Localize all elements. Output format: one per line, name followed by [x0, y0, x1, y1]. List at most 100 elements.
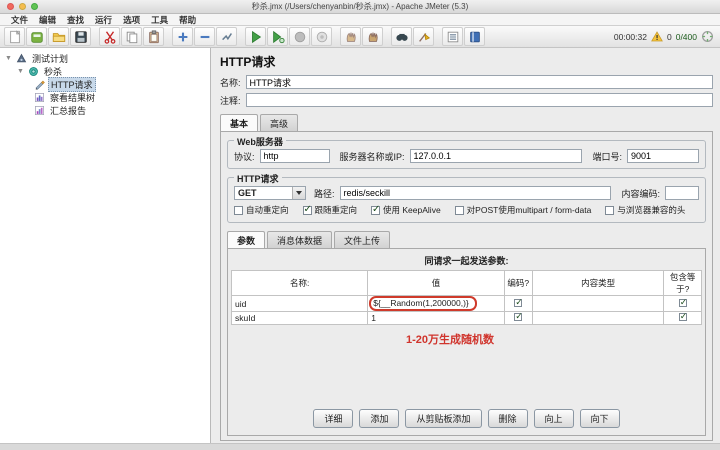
checkbox-box	[454, 205, 464, 215]
menu-run[interactable]: 运行	[90, 14, 117, 26]
templates-button[interactable]	[26, 27, 47, 46]
highlight-annotation-box: ${__Random(1,200000,)}	[369, 296, 477, 311]
column-header-value[interactable]: 值	[367, 270, 505, 296]
toggle-button[interactable]	[216, 27, 237, 46]
tree-item-label: 汇总报告	[50, 106, 87, 116]
menu-edit[interactable]: 编辑	[34, 14, 61, 26]
open-button[interactable]	[48, 27, 69, 46]
collapse-all-button[interactable]	[194, 27, 215, 46]
checkbox-box	[605, 205, 615, 215]
tree-item-view-results-tree[interactable]: 察看结果树	[4, 91, 210, 104]
param-encode-cell[interactable]	[503, 295, 533, 312]
search-button[interactable]	[391, 27, 412, 46]
add-from-clipboard-button[interactable]: 从剪贴板添加	[405, 409, 482, 428]
method-select[interactable]: GET	[234, 186, 306, 200]
tree-collapse-handle[interactable]: ▼	[16, 68, 25, 75]
param-include-equals-cell[interactable]	[663, 311, 702, 325]
checkbox-keepalive[interactable]: 使用 KeepAlive	[371, 204, 441, 216]
checkbox-auto-redirect[interactable]: 自动重定向	[234, 204, 289, 216]
remote-start-all-button[interactable]	[340, 27, 361, 46]
tab-parameters[interactable]: 参数	[227, 231, 266, 248]
detail-button[interactable]: 详细	[313, 409, 354, 428]
copy-button[interactable]	[121, 27, 142, 46]
param-name-cell[interactable]: uid	[230, 295, 369, 312]
start-button[interactable]	[245, 27, 266, 46]
shutdown-button[interactable]	[311, 27, 332, 46]
menu-search[interactable]: 查找	[62, 14, 89, 26]
menu-help[interactable]: 帮助	[174, 14, 201, 26]
parameter-buttons: 详细 添加 从剪贴板添加 删除 向上 向下	[231, 405, 702, 430]
checkbox-follow-redirects[interactable]: 跟随重定向	[302, 204, 357, 216]
expand-all-button[interactable]	[172, 27, 193, 46]
comment-input[interactable]	[245, 93, 713, 107]
add-button[interactable]: 添加	[359, 409, 400, 428]
tree-item-summary-report[interactable]: 汇总报告	[4, 104, 210, 117]
window-title: 秒杀.jmx (/Users/chenyanbin/秒杀.jmx) - Apac…	[251, 2, 469, 11]
test-plan-tree: ▼ 测试计划 ▼ 秒杀 HTTP请求 察看结果树 汇总报告	[0, 48, 211, 443]
param-value-cell[interactable]: ${__Random(1,200000,)}	[367, 295, 505, 312]
tab-basic[interactable]: 基本	[220, 114, 259, 131]
menu-tools[interactable]: 工具	[146, 14, 173, 26]
new-file-button[interactable]	[4, 27, 25, 46]
param-value-text: ${__Random(1,200000,)}	[373, 298, 469, 308]
checkbox-box	[678, 297, 687, 308]
param-name-cell[interactable]: skuId	[230, 311, 369, 325]
tab-body-data[interactable]: 消息体数据	[267, 231, 333, 248]
elapsed-timer: 00:00:32	[613, 31, 647, 42]
test-plan-icon	[16, 53, 27, 63]
function-helper-button[interactable]	[442, 27, 463, 46]
param-content-type-cell[interactable]	[531, 311, 665, 325]
tree-collapse-handle[interactable]: ▼	[4, 55, 13, 62]
collapse-all-icon	[200, 35, 209, 38]
menu-bar: 文件 编辑 查找 运行 选项 工具 帮助	[0, 14, 720, 26]
param-content-type-cell[interactable]	[531, 295, 665, 312]
param-encode-cell[interactable]	[503, 311, 533, 325]
name-input[interactable]	[245, 75, 713, 89]
paste-button[interactable]	[143, 27, 164, 46]
server-input[interactable]	[409, 149, 583, 163]
start-no-pauses-icon	[272, 30, 285, 43]
delete-button[interactable]: 删除	[487, 409, 528, 428]
column-header-name[interactable]: 名称:	[230, 270, 369, 296]
remote-stop-all-button[interactable]	[362, 27, 383, 46]
body-tabs: 参数 消息体数据 文件上传	[227, 231, 706, 248]
menu-file[interactable]: 文件	[6, 14, 33, 26]
protocol-input[interactable]	[259, 149, 330, 163]
param-include-equals-cell[interactable]	[663, 295, 702, 312]
help-button[interactable]	[464, 27, 485, 46]
column-header-include-equals[interactable]: 包含等于?	[663, 270, 702, 296]
parameters-caption: 同请求一起发送参数:	[424, 256, 509, 266]
name-label: 名称:	[220, 77, 241, 88]
encoding-input[interactable]	[665, 186, 699, 200]
start-no-pauses-button[interactable]	[267, 27, 288, 46]
tab-files-upload[interactable]: 文件上传	[334, 231, 391, 248]
parameter-row-uid: uid ${__Random(1,200000,)}	[230, 295, 702, 312]
remote-start-all-icon	[346, 32, 356, 42]
tab-advanced[interactable]: 高级	[260, 114, 299, 131]
param-value-cell[interactable]: 1	[367, 311, 505, 325]
column-header-encode[interactable]: 编码?	[503, 270, 533, 296]
cut-icon	[104, 30, 115, 44]
stop-button[interactable]	[289, 27, 310, 46]
jmeter-window: 秒杀.jmx (/Users/chenyanbin/秒杀.jmx) - Apac…	[0, 0, 720, 450]
page-title: HTTP请求	[220, 55, 276, 69]
tree-item-http-request[interactable]: HTTP请求	[4, 77, 210, 92]
cut-button[interactable]	[99, 27, 120, 46]
checkbox-browser-compatible-headers[interactable]: 与浏览器兼容的头	[605, 204, 685, 216]
menu-options[interactable]: 选项	[118, 14, 145, 26]
port-input[interactable]	[627, 149, 699, 163]
log-error-count[interactable]: 0	[667, 32, 672, 42]
warning-icon[interactable]	[651, 31, 663, 42]
checkbox-multipart[interactable]: 对POST使用multipart / form-data	[454, 204, 591, 216]
column-header-content-type[interactable]: 内容类型	[531, 270, 665, 296]
encoding-label: 内容编码:	[621, 188, 660, 199]
path-input[interactable]	[339, 186, 612, 200]
up-button[interactable]: 向上	[533, 409, 574, 428]
save-icon	[74, 30, 87, 43]
save-button[interactable]	[70, 27, 91, 46]
down-button[interactable]: 向下	[579, 409, 620, 428]
tree-item-thread-group[interactable]: ▼ 秒杀	[4, 65, 210, 78]
clear-search-button[interactable]	[413, 27, 434, 46]
tree-item-test-plan[interactable]: ▼ 测试计划	[4, 52, 210, 65]
checkbox-box	[514, 313, 523, 322]
